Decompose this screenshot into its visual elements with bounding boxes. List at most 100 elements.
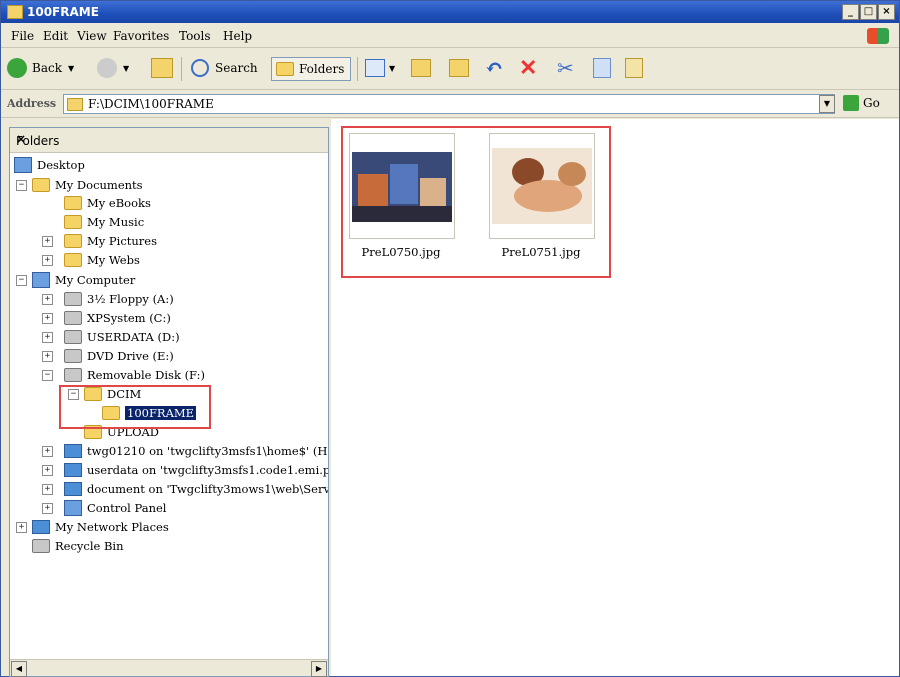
copy-to-icon	[449, 59, 469, 77]
tree-item-my-documents[interactable]: My Documents	[32, 176, 143, 194]
folder-icon	[67, 98, 83, 111]
tree-item-label: My Documents	[55, 178, 143, 192]
menu-view[interactable]: View	[77, 29, 107, 43]
expand-toggle[interactable]: +	[42, 313, 53, 324]
expand-toggle[interactable]: +	[42, 465, 53, 476]
folders-button[interactable]: Folders	[271, 57, 352, 81]
copy-icon	[593, 58, 611, 78]
computer-icon	[32, 272, 50, 288]
delete-button[interactable]: ✕	[519, 55, 537, 81]
collapse-toggle[interactable]: −	[16, 180, 27, 191]
windows-logo-icon	[867, 28, 889, 44]
copy-to-button[interactable]	[449, 57, 469, 79]
tree-item-my-network-places[interactable]: My Network Places	[32, 518, 169, 536]
scroll-right-button[interactable]: ▶	[311, 661, 327, 677]
horizontal-scrollbar[interactable]: ◀ ▶	[10, 659, 328, 677]
tree-item-my-webs[interactable]: My Webs	[64, 251, 140, 269]
tree-item-label: My Network Places	[55, 520, 169, 534]
documents-icon	[32, 178, 50, 192]
hard-drive-icon	[64, 311, 82, 325]
tree-item-recycle-bin[interactable]: Recycle Bin	[32, 537, 124, 555]
cut-button[interactable]: ✂	[557, 56, 574, 80]
tree-item-label: twg01210 on 'twgclifty3msfs1\home$' (H:)	[87, 444, 328, 458]
expand-toggle[interactable]: +	[42, 446, 53, 457]
forward-button[interactable]: ▼	[97, 57, 129, 79]
expand-toggle[interactable]: +	[42, 332, 53, 343]
address-input[interactable]: F:\DCIM\100FRAME	[63, 94, 835, 114]
highlight-box-files	[341, 126, 611, 278]
network-drive-icon	[64, 463, 82, 477]
tree-item-label: document on 'Twgclifty3mows1\web\Service…	[87, 482, 328, 496]
views-button[interactable]: ▼	[365, 57, 395, 79]
chevron-down-icon: ▼	[389, 63, 396, 73]
tree-item-removable-disk[interactable]: Removable Disk (F:)	[64, 366, 205, 384]
expand-toggle[interactable]: +	[42, 503, 53, 514]
paste-button[interactable]	[625, 57, 643, 79]
paste-icon	[625, 58, 643, 78]
up-folder-button[interactable]	[151, 57, 173, 79]
expand-toggle[interactable]: +	[42, 294, 53, 305]
menu-file[interactable]: File	[11, 29, 34, 43]
chevron-down-icon: ▼	[123, 63, 130, 73]
network-places-icon	[32, 520, 50, 534]
tree-item-xpsystem[interactable]: XPSystem (C:)	[64, 309, 171, 327]
menu-bar: File Edit View Favorites Tools Help	[1, 25, 899, 48]
network-drive-icon	[64, 482, 82, 496]
expand-toggle[interactable]: +	[42, 484, 53, 495]
tree-item-label: 3½ Floppy (A:)	[87, 292, 174, 306]
menu-edit[interactable]: Edit	[43, 29, 68, 43]
go-button[interactable]: Go	[843, 95, 880, 111]
folder-icon	[64, 253, 82, 267]
tree-item-network-drive-userdata[interactable]: userdata on 'twgclifty3msfs1.code1.emi.p…	[64, 461, 328, 479]
folder-icon	[64, 215, 82, 229]
menu-help[interactable]: Help	[223, 29, 252, 43]
close-button[interactable]: ×	[878, 4, 895, 20]
tree-item-label: My Webs	[87, 253, 140, 267]
collapse-toggle[interactable]: −	[42, 370, 53, 381]
scroll-left-button[interactable]: ◀	[11, 661, 27, 677]
tree-item-floppy[interactable]: 3½ Floppy (A:)	[64, 290, 174, 308]
tree-item-label: Recycle Bin	[55, 539, 124, 553]
address-dropdown-button[interactable]: ▼	[819, 95, 835, 113]
network-drive-icon	[64, 444, 82, 458]
move-to-icon	[411, 59, 431, 77]
expand-toggle[interactable]: +	[42, 255, 53, 266]
tree-item-my-ebooks[interactable]: My eBooks	[64, 194, 151, 212]
tree-item-userdata[interactable]: USERDATA (D:)	[64, 328, 180, 346]
tree-item-label: XPSystem (C:)	[87, 311, 171, 325]
minimize-button[interactable]: _	[842, 4, 859, 20]
tree-item-desktop[interactable]: Desktop	[14, 156, 85, 174]
maximize-button[interactable]: □	[860, 4, 877, 20]
tree-item-control-panel[interactable]: Control Panel	[64, 499, 166, 517]
removable-disk-icon	[64, 368, 82, 382]
up-folder-icon	[151, 58, 173, 78]
tree-item-network-drive-document[interactable]: document on 'Twgclifty3mows1\web\Service…	[64, 480, 328, 498]
back-button[interactable]: Back ▼	[7, 57, 74, 79]
menu-favorites[interactable]: Favorites	[113, 29, 169, 43]
expand-toggle[interactable]: +	[42, 351, 53, 362]
desktop-icon	[14, 157, 32, 173]
tree-item-network-drive-h[interactable]: twg01210 on 'twgclifty3msfs1\home$' (H:)	[64, 442, 328, 460]
expand-toggle[interactable]: +	[16, 522, 27, 533]
tree-item-my-pictures[interactable]: My Pictures	[64, 232, 157, 250]
tree-item-label: My Music	[87, 215, 145, 229]
back-arrow-icon	[7, 58, 27, 78]
tree-item-my-music[interactable]: My Music	[64, 213, 144, 231]
menu-tools[interactable]: Tools	[179, 29, 211, 43]
tree-item-dvd-drive[interactable]: DVD Drive (E:)	[64, 347, 174, 365]
tree-item-label: My Pictures	[87, 234, 158, 248]
collapse-toggle[interactable]: −	[16, 275, 27, 286]
folders-icon	[276, 62, 294, 76]
folders-panel-header: Folders ×	[10, 128, 328, 153]
undo-button[interactable]: ↶	[485, 55, 503, 81]
title-bar[interactable]: 100FRAME _ □ ×	[1, 1, 899, 23]
address-value: F:\DCIM\100FRAME	[88, 97, 214, 111]
close-panel-button[interactable]: ×	[16, 132, 322, 146]
move-to-button[interactable]	[411, 57, 431, 79]
go-label: Go	[863, 96, 880, 110]
expand-toggle[interactable]: +	[42, 236, 53, 247]
file-list-pane: PreL0750.jpg PreL0751.jpg	[331, 119, 899, 676]
copy-button[interactable]	[593, 57, 611, 79]
tree-item-my-computer[interactable]: My Computer	[32, 271, 135, 289]
search-button[interactable]: Search	[191, 57, 258, 79]
